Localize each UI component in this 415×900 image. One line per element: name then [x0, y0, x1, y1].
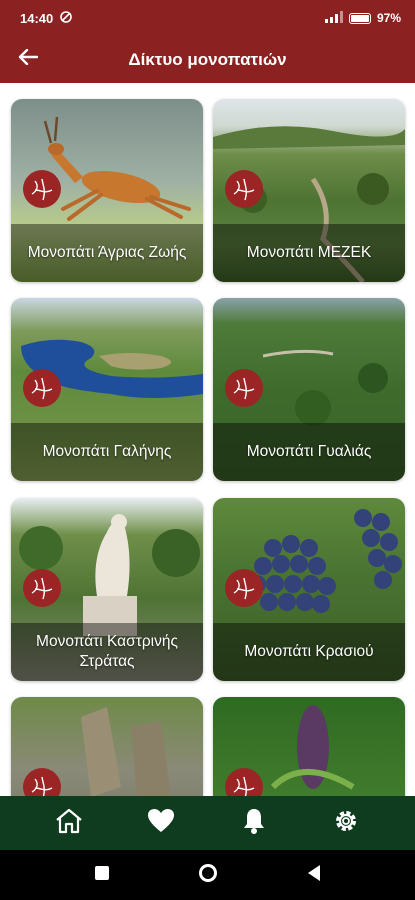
trail-card-label-band: Μονοπάτι Γυαλιάς — [213, 423, 405, 481]
trail-card-galini[interactable]: Μονοπάτι Γαλήνης — [11, 298, 203, 481]
nav-settings-button[interactable] — [322, 799, 370, 847]
nav-notifications-button[interactable] — [230, 799, 278, 847]
trail-card-title: Μονοπάτι Κρασιού — [244, 643, 374, 660]
battery-percent: 97% — [376, 11, 401, 25]
system-navigation-bar — [0, 850, 415, 900]
heart-icon — [147, 808, 175, 839]
trail-card-krasiou[interactable]: Μονοπάτι Κρασιού — [213, 498, 405, 681]
status-time: 14:40 — [20, 10, 54, 26]
trail-card-title: Μονοπάτι Γυαλιάς — [246, 443, 372, 460]
trail-map-icon — [225, 369, 263, 407]
trail-map-icon — [225, 170, 263, 208]
nav-home-button[interactable] — [45, 799, 93, 847]
do-not-disturb-icon — [59, 10, 73, 26]
trail-card-title: Μονοπάτι ΜΕΖΕΚ — [246, 244, 372, 261]
back-button[interactable] — [0, 36, 56, 83]
page-title: Δίκτυο μονοπατιών — [128, 49, 287, 69]
home-icon — [54, 807, 84, 840]
nav-favorites-button[interactable] — [137, 799, 185, 847]
system-home-button[interactable] — [193, 860, 223, 890]
circle-icon — [198, 863, 218, 888]
trail-card-mezek[interactable]: Μονοπάτι ΜΕΖΕΚ — [213, 99, 405, 282]
trail-map-icon — [23, 569, 61, 607]
trail-card-flower[interactable] — [213, 697, 405, 796]
battery-icon — [348, 12, 371, 24]
trail-map-icon — [23, 369, 61, 407]
bottom-navigation — [0, 796, 415, 850]
system-back-button[interactable] — [299, 860, 329, 890]
trail-card-title: Μονοπάτι Άγριας Ζωής — [27, 244, 187, 261]
trail-card-kastrinis[interactable]: Μονοπάτι Καστρινής Στράτας — [11, 498, 203, 681]
arrow-left-icon — [18, 48, 39, 70]
trail-card-wildlife[interactable]: Μονοπάτι Άγριας Ζωής — [11, 99, 203, 282]
trail-card-rocks[interactable] — [11, 697, 203, 796]
triangle-back-icon — [306, 864, 322, 887]
trail-card-title: Μονοπάτι Καστρινής Στράτας — [36, 633, 178, 670]
trail-card-label-band: Μονοπάτι ΜΕΖΕΚ — [213, 224, 405, 282]
trail-card-label-band: Μονοπάτι Καστρινής Στράτας — [11, 623, 203, 681]
square-icon — [94, 865, 110, 886]
trail-card-gyalias[interactable]: Μονοπάτι Γυαλιάς — [213, 298, 405, 481]
bell-icon — [241, 807, 267, 840]
trail-grid: Μονοπάτι Άγριας Ζωής Μονοπάτι ΜΕΖΕΚ Μονο… — [0, 83, 415, 796]
app-bar: Δίκτυο μονοπατιών — [0, 36, 415, 83]
trail-card-label-band: Μονοπάτι Γαλήνης — [11, 423, 203, 481]
gear-icon — [332, 807, 360, 840]
trail-card-title: Μονοπάτι Γαλήνης — [42, 443, 172, 460]
trail-map-icon — [225, 569, 263, 607]
signal-icon — [323, 10, 343, 26]
status-bar: 14:40 97% — [0, 0, 415, 36]
trail-card-label-band: Μονοπάτι Κρασιού — [213, 623, 405, 681]
system-recents-button[interactable] — [87, 860, 117, 890]
trail-map-icon — [23, 170, 61, 208]
trail-card-label-band: Μονοπάτι Άγριας Ζωής — [11, 224, 203, 282]
